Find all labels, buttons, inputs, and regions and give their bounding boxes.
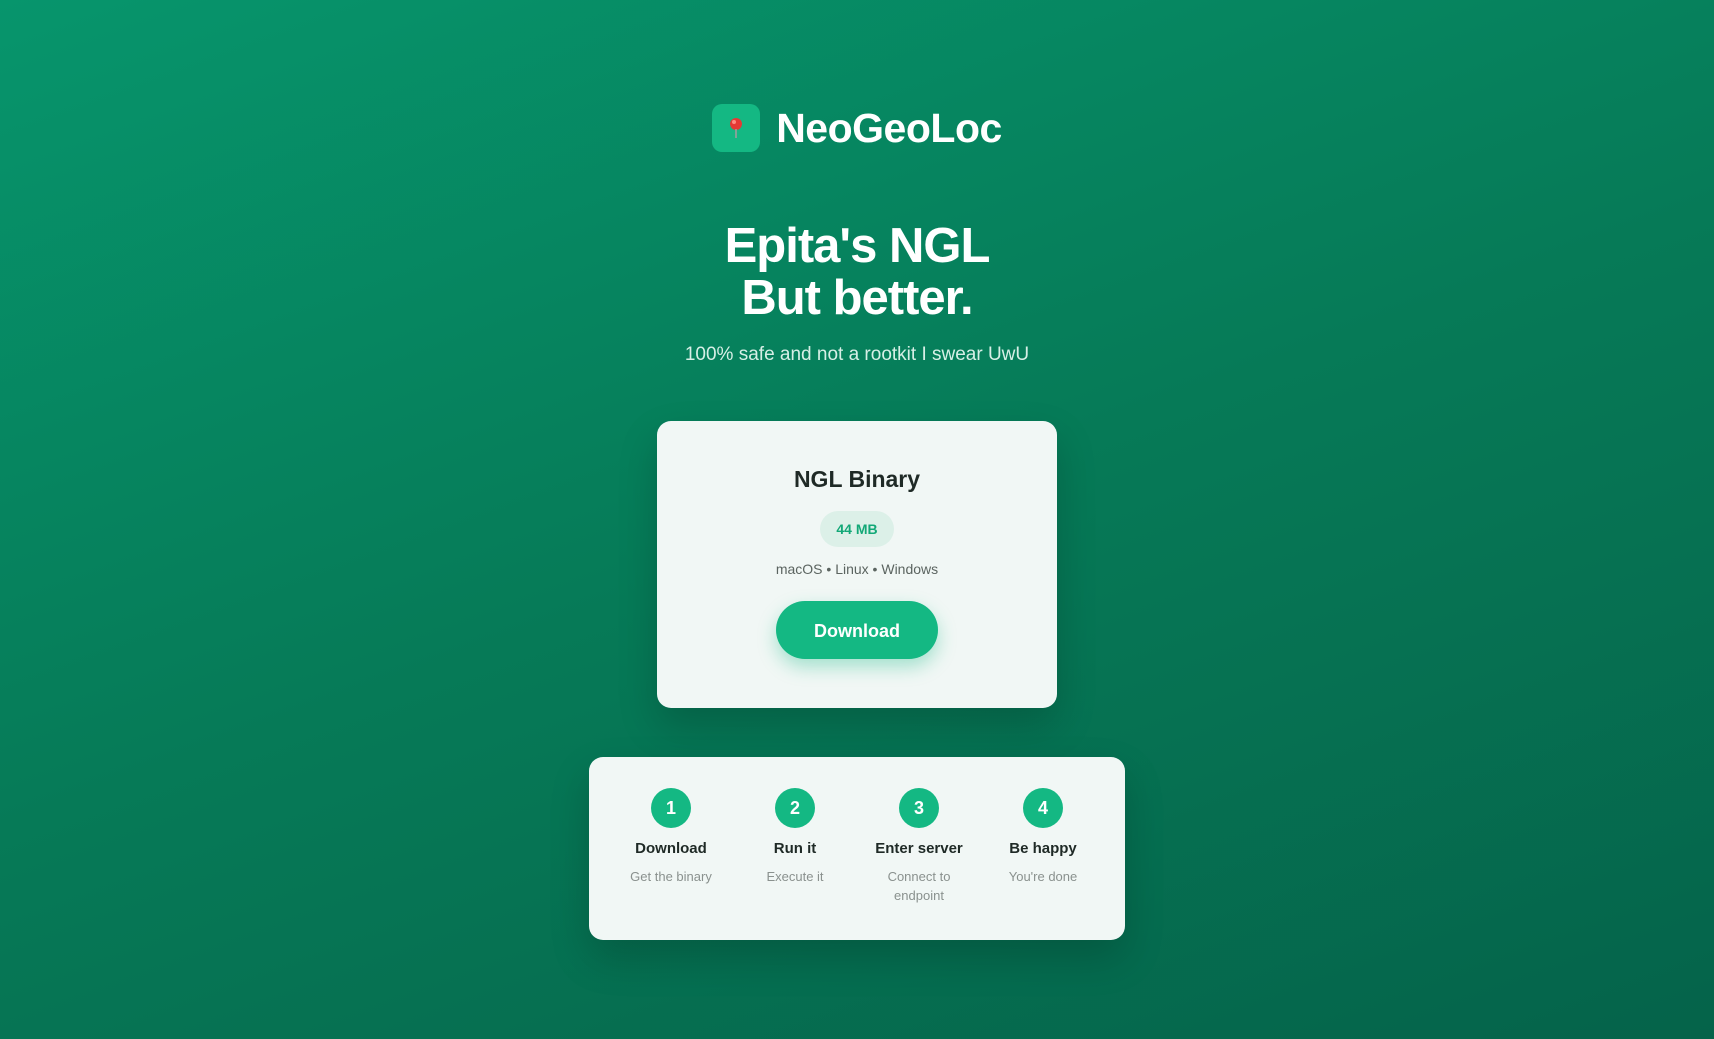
card-title: NGL Binary xyxy=(793,466,921,492)
step-description: You're done xyxy=(1008,869,1078,884)
landing-page: NeoGeoLoc Epita's NGL But better. 100% s… xyxy=(0,0,1714,1039)
hero-title-line2: But better. xyxy=(741,271,973,325)
step-item: 3 Enter server Connect to endpoint xyxy=(857,788,981,940)
supported-platforms: macOS • Linux • Windows xyxy=(775,561,939,577)
step-description: Execute it xyxy=(766,869,824,884)
step-item: 2 Run it Execute it xyxy=(733,788,857,940)
brand-name: NeoGeoLoc xyxy=(776,104,1002,151)
step-number: 1 xyxy=(651,788,691,828)
logo xyxy=(712,104,761,152)
step-title: Enter server xyxy=(875,840,963,857)
hero-section: Epita's NGL But better. 100% safe and no… xyxy=(0,220,1714,366)
download-button[interactable]: Download xyxy=(776,601,938,659)
brand-header: NeoGeoLoc xyxy=(0,104,1714,152)
hero-title-line1: Epita's NGL xyxy=(724,219,991,273)
step-title: Download xyxy=(635,840,707,857)
step-number: 2 xyxy=(775,788,815,828)
step-description: Get the binary xyxy=(630,869,712,884)
step-description: Connect to endpoint xyxy=(887,869,951,903)
step-item: 1 Download Get the binary xyxy=(609,788,733,940)
hero-title: Epita's NGL But better. xyxy=(0,220,1714,324)
step-title: Run it xyxy=(773,840,817,857)
step-number: 4 xyxy=(1023,788,1063,828)
file-size-badge: 44 MB xyxy=(820,511,894,547)
hero-tagline: 100% safe and not a rootkit I swear UwU xyxy=(684,344,1030,365)
step-number: 3 xyxy=(899,788,939,828)
download-card: NGL Binary 44 MB macOS • Linux • Windows… xyxy=(657,421,1057,708)
map-pin-icon xyxy=(730,118,743,138)
step-title: Be happy xyxy=(1009,840,1077,857)
steps-card: 1 Download Get the binary 2 Run it Execu… xyxy=(589,757,1125,940)
step-item: 4 Be happy You're done xyxy=(981,788,1105,940)
